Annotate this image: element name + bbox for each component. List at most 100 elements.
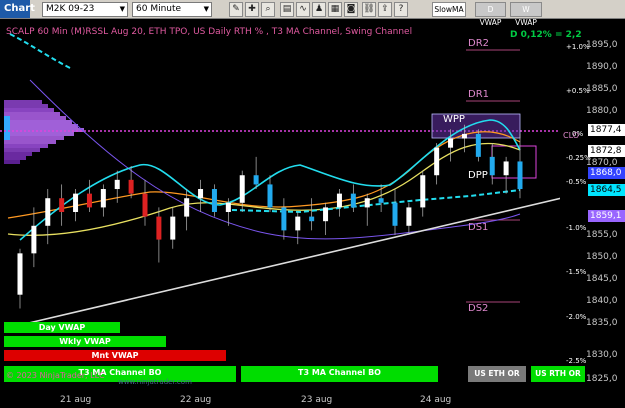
price-tick: 1840,0 <box>586 296 618 306</box>
tpo-profile <box>4 100 84 164</box>
help-icon[interactable]: ? <box>394 2 408 17</box>
t3-ma-line <box>7 131 521 219</box>
price-tick: 1890,0 <box>586 62 618 72</box>
tab-d-vwap[interactable]: D VWAP <box>475 2 506 27</box>
price-label: 1868,0 <box>588 167 625 179</box>
price-tick: 1830,0 <box>586 350 618 360</box>
candle-body <box>225 202 231 212</box>
date-label: 24 aug <box>420 395 452 405</box>
tab-w-vwap[interactable]: W VWAP <box>510 2 542 27</box>
candle-body <box>211 189 217 212</box>
candle-body <box>128 179 134 194</box>
link-icon[interactable]: ⛓ <box>362 2 376 17</box>
candle-body <box>420 175 426 208</box>
weekly-vwap-bar: Wkly VWAP <box>4 336 166 347</box>
candle-body <box>156 216 162 240</box>
candle-body <box>17 253 23 295</box>
candle-body <box>267 184 273 208</box>
price-axis[interactable] <box>560 19 625 389</box>
monthly-vwap-bar: Mnt VWAP <box>4 350 226 361</box>
candle-body <box>142 193 148 217</box>
candle-body <box>378 198 384 203</box>
price-tick: 1835,0 <box>586 318 618 328</box>
candle-body <box>350 193 356 208</box>
chart-title: SCALP 60 Min (M)RSSL Aug 20, ETH TPO, US… <box>6 27 413 37</box>
level-ds1: DS1 <box>468 222 489 233</box>
candle-body <box>239 175 245 203</box>
watermark-text: www.ninjatrader.com <box>118 378 192 386</box>
share-icon[interactable]: ⇪ <box>378 2 392 17</box>
day-vwap-bar: Day VWAP <box>4 322 120 333</box>
candle-body <box>295 216 301 231</box>
price-label: 1864,5 <box>588 184 625 196</box>
candle-body <box>503 161 509 176</box>
tab-slowma[interactable]: SlowMA <box>432 2 466 17</box>
instrument-selector[interactable]: M2K 09-23 ▼ <box>42 2 128 17</box>
channel-bo-bar: T3 MA Channel BO <box>241 366 438 382</box>
price-tick: 1895,0 <box>586 40 618 50</box>
candle-body <box>364 198 370 208</box>
candle-body <box>448 138 454 148</box>
price-tick: 1880,0 <box>586 106 618 116</box>
chart-menu-button[interactable]: Chart <box>0 0 35 18</box>
candle-body <box>184 198 190 217</box>
candle-body <box>461 133 467 139</box>
price-label: 1859,1 <box>588 210 625 222</box>
level-dpp: DPP <box>468 170 488 181</box>
price-tick: 1855,0 <box>586 230 618 240</box>
dpp-box <box>491 145 537 179</box>
candle-body <box>392 202 398 226</box>
chevron-down-icon: ▼ <box>119 5 125 13</box>
candle-body <box>323 207 329 222</box>
level-wpp: WPP <box>443 114 465 125</box>
interval-selector[interactable]: 60 Minute ▼ <box>132 2 212 17</box>
price-tick: 1825,0 <box>586 374 618 384</box>
candle-body <box>517 161 523 190</box>
templates-icon[interactable]: ▦ <box>328 2 342 17</box>
instrument-value: M2K 09-23 <box>46 4 95 14</box>
copyright-text: © 2023 NinjaTrader, LLC <box>6 371 105 380</box>
crosshair-icon[interactable]: ✚ <box>245 2 259 17</box>
candle-body <box>86 193 92 208</box>
candles-group <box>17 124 523 309</box>
candle-body <box>45 198 51 226</box>
candle-body <box>73 193 79 212</box>
price-tick: 1845,0 <box>586 274 618 284</box>
price-tick: 1885,0 <box>586 84 618 94</box>
level-dr2: DR2 <box>468 38 490 49</box>
date-label: 21 aug <box>60 395 92 405</box>
candle-body <box>253 175 259 185</box>
indicators-icon[interactable]: ∿ <box>296 2 310 17</box>
price-label: 1872,8 <box>588 145 625 157</box>
properties-icon[interactable]: ▤ <box>280 2 294 17</box>
candle-body <box>489 156 495 176</box>
candle-body <box>59 198 65 212</box>
price-chart[interactable] <box>0 19 560 389</box>
candle-body <box>114 179 120 190</box>
draw-icon[interactable]: ✎ <box>229 2 243 17</box>
candle-body <box>198 189 204 199</box>
zoom-icon[interactable]: ⌕ <box>261 2 275 17</box>
candle-body <box>170 216 176 240</box>
price-label-last: 1877,4 <box>588 124 625 136</box>
interval-value: 60 Minute <box>136 4 182 14</box>
level-dr1: DR1 <box>468 89 490 100</box>
strategies-icon[interactable]: ♟ <box>312 2 326 17</box>
chevron-down-icon: ▼ <box>203 5 209 13</box>
date-label: 23 aug <box>301 395 333 405</box>
candle-body <box>309 216 315 222</box>
candle-body <box>406 207 412 226</box>
level-ds2: DS2 <box>468 303 489 314</box>
screenshot-icon[interactable]: ◙ <box>344 2 358 17</box>
chart-toolbar: Chart M2K 09-23 ▼ 60 Minute ▼ ✎ ✚ ⌕ ▤ ∿ … <box>0 0 625 27</box>
us-rth-or-button[interactable]: US RTH OR <box>531 366 585 382</box>
date-label: 22 aug <box>180 395 212 405</box>
price-tick: 1850,0 <box>586 252 618 262</box>
candle-body <box>336 193 342 208</box>
candle-body <box>281 207 287 231</box>
candle-body <box>100 189 106 208</box>
us-eth-or-button[interactable]: US ETH OR <box>468 366 526 382</box>
candle-body <box>434 147 440 176</box>
candle-body <box>31 225 37 254</box>
candle-body <box>475 133 481 157</box>
